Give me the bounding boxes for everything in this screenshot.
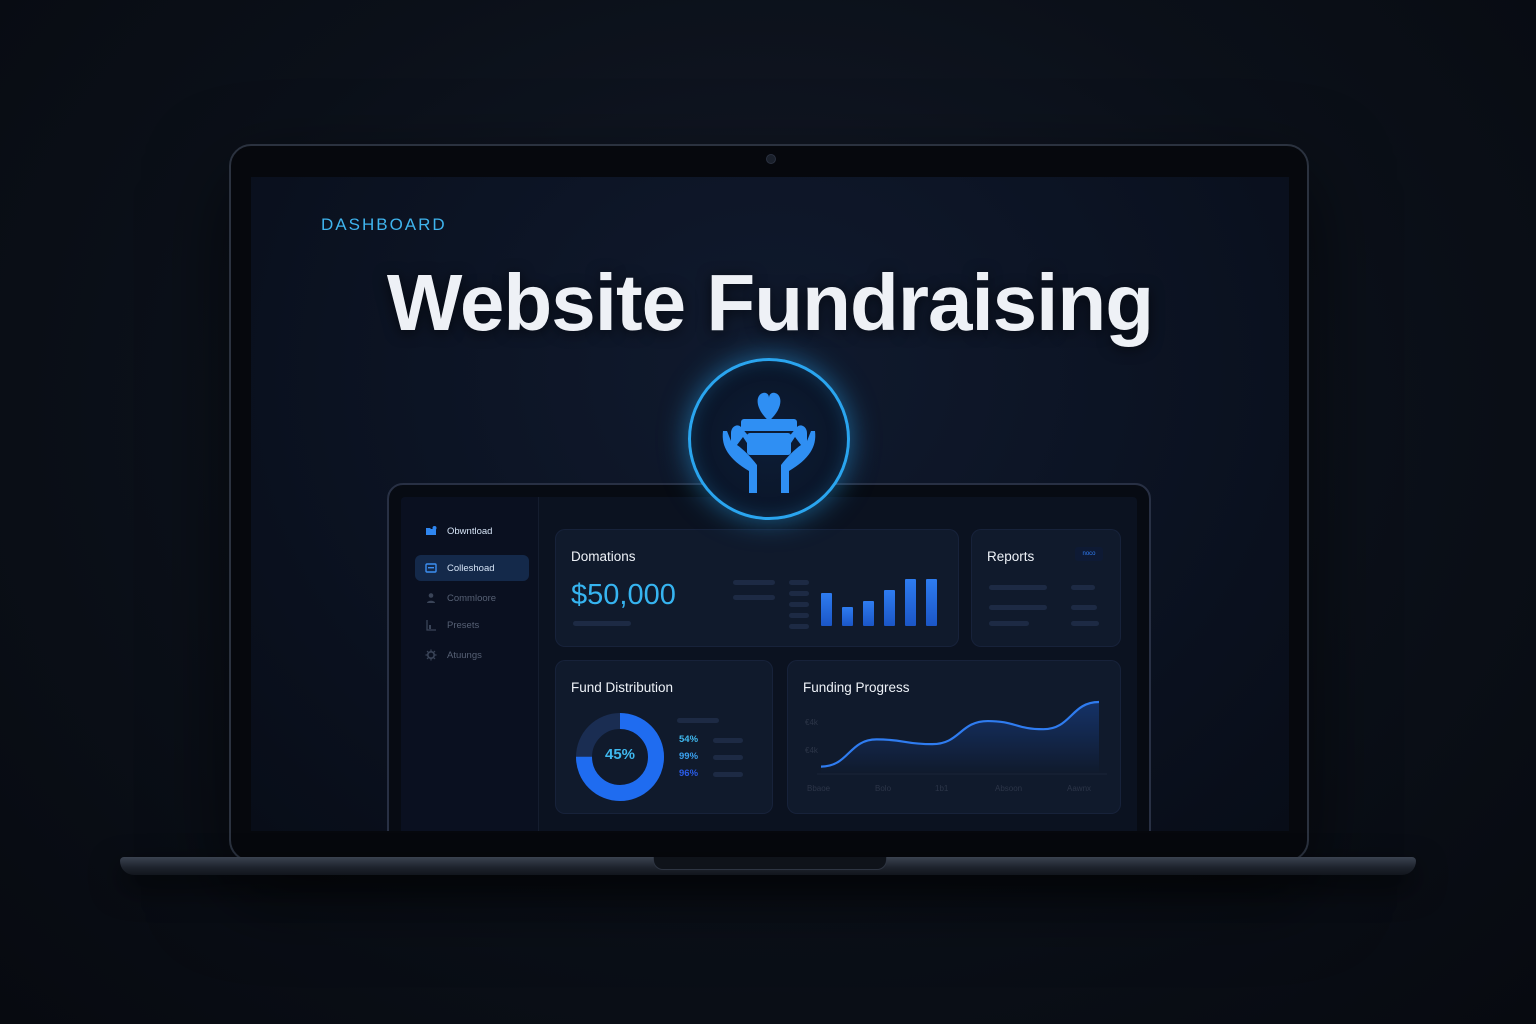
donations-amount: $50,000 [571, 579, 676, 611]
legend-value: 99% [679, 751, 699, 762]
fund-distribution-card: Fund Distribution 45% 54% 99% 96% [555, 660, 773, 814]
donations-bar [884, 590, 895, 626]
placeholder-line [677, 718, 719, 723]
donations-bar [821, 593, 832, 626]
fundraising-hero-icon [688, 358, 850, 520]
placeholder-line [1071, 605, 1097, 610]
sidebar-item-label: Obwntload [447, 525, 493, 537]
placeholder-line [713, 738, 743, 743]
placeholder-line [989, 621, 1029, 626]
placeholder-line [1071, 621, 1099, 626]
placeholder-line [789, 591, 809, 596]
folder-icon [426, 526, 437, 535]
placeholder-line [789, 624, 809, 629]
funding-line-chart [817, 700, 1107, 775]
x-axis-label: Bbaoe [807, 784, 831, 793]
fund-distribution-title: Fund Distribution [571, 680, 674, 695]
placeholder-line [989, 605, 1047, 610]
donations-bar [905, 579, 916, 626]
user-icon [427, 593, 435, 603]
placeholder-line [573, 621, 631, 626]
reports-badge[interactable]: noco [1075, 547, 1103, 561]
section-label: DASHBOARD [321, 215, 447, 234]
donations-card: Domations $50,000 [555, 529, 959, 647]
donations-bar [926, 579, 937, 626]
page-title: Website Fundraising [386, 258, 1154, 347]
sidebar-item-colleshoad[interactable]: Colleshoad [415, 555, 529, 581]
reports-card: Reports noco [971, 529, 1121, 647]
x-axis-label: 1b1 [935, 784, 949, 793]
gear-icon [425, 649, 437, 661]
sidebar-item-obwntload[interactable]: Obwntload [415, 518, 529, 544]
laptop-lid: DASHBOARD Website Fundraising Obwntload [229, 144, 1309, 862]
chart-icon [426, 620, 436, 631]
x-axis-label: Absoon [995, 784, 1023, 793]
hands-holding-heart-box-icon [722, 392, 816, 493]
x-axis-label: Aawnx [1067, 784, 1092, 793]
calendar-icon [425, 563, 437, 573]
placeholder-line [789, 613, 809, 618]
funding-progress-card: Funding Progress €4k €4k Bbaoe Bolo 1b1 … [787, 660, 1121, 814]
legend-value: 54% [679, 734, 699, 745]
sidebar-item-presets[interactable]: Presets [415, 612, 529, 638]
placeholder-line [789, 580, 809, 585]
sidebar-item-label: Presets [447, 619, 480, 631]
placeholder-line [733, 580, 775, 585]
laptop-base [120, 857, 1416, 875]
camera-icon [766, 154, 776, 164]
laptop-screen: DASHBOARD Website Fundraising Obwntload [251, 177, 1289, 831]
sidebar-item-commloore[interactable]: Commloore [415, 585, 529, 611]
placeholder-line [733, 595, 775, 600]
x-axis-label: Bolo [875, 784, 892, 793]
sidebar: Obwntload Colleshoad Commloore Presets A… [401, 497, 539, 831]
donations-title: Domations [571, 549, 636, 564]
y-axis-label: €4k [805, 746, 818, 755]
sidebar-item-label: Commloore [447, 592, 497, 604]
legend-value: 96% [679, 768, 699, 779]
sidebar-item-label: Colleshoad [447, 562, 495, 574]
dashboard-screen: Obwntload Colleshoad Commloore Presets A… [401, 497, 1137, 831]
sidebar-item-atuungs[interactable]: Atuungs [415, 642, 529, 668]
laptop-notch [653, 857, 887, 870]
placeholder-line [789, 602, 809, 607]
sidebar-item-label: Atuungs [447, 649, 482, 661]
donations-bar [842, 607, 853, 626]
y-axis-label: €4k [805, 718, 818, 727]
line-area [821, 702, 1099, 774]
placeholder-line [713, 755, 743, 760]
reports-title: Reports [987, 549, 1035, 564]
placeholder-line [713, 772, 743, 777]
donations-bar [863, 601, 874, 626]
placeholder-line [989, 585, 1047, 590]
funding-progress-title: Funding Progress [803, 680, 910, 695]
placeholder-line [1071, 585, 1095, 590]
dashboard-device: Obwntload Colleshoad Commloore Presets A… [387, 483, 1151, 831]
donut-center-label: 45% [604, 746, 636, 763]
